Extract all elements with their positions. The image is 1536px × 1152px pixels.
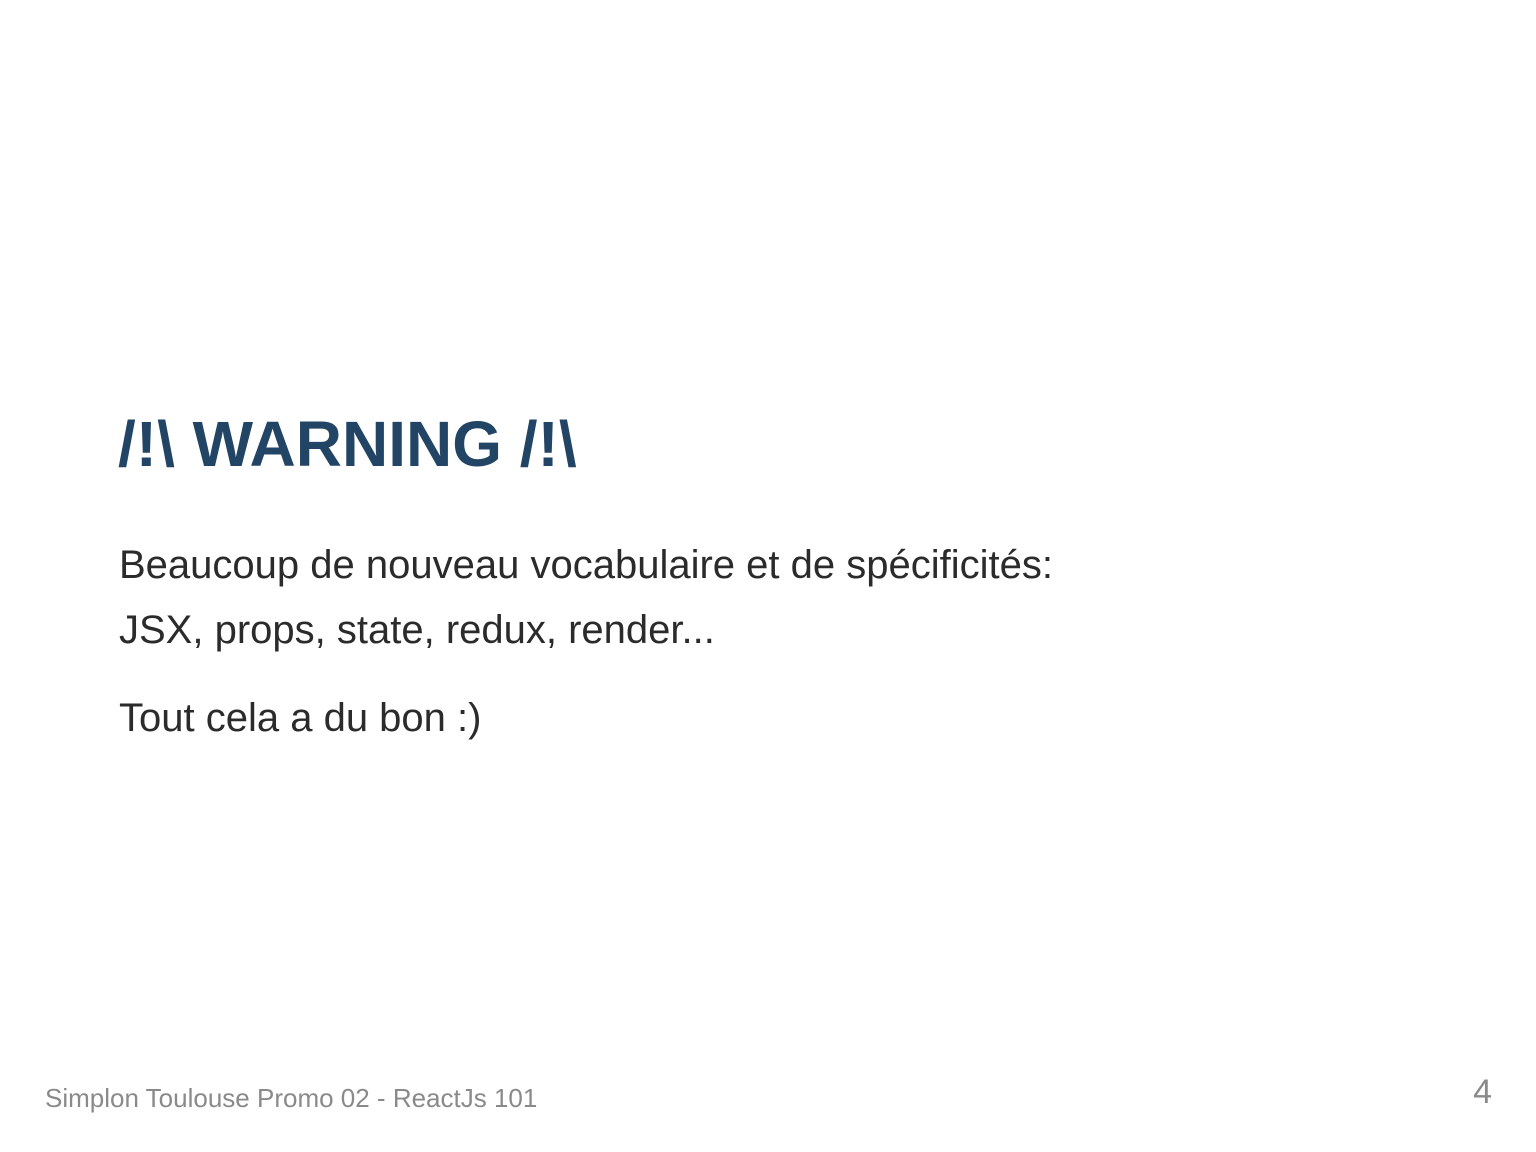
slide: /!\ WARNING /!\ Beaucoup de nouveau voca…: [0, 0, 1536, 1152]
footer-text: Simplon Toulouse Promo 02 - ReactJs 101: [45, 1083, 538, 1113]
body-line-terms: JSX, props, state, redux, render...: [119, 608, 715, 652]
body-line-conclusion: Tout cela a du bon :): [119, 696, 482, 740]
slide-title: /!\ WARNING /!\: [118, 408, 577, 480]
body-line-vocabulary: Beaucoup de nouveau vocabulaire et de sp…: [119, 543, 1053, 587]
page-number: 4: [1473, 1073, 1492, 1111]
